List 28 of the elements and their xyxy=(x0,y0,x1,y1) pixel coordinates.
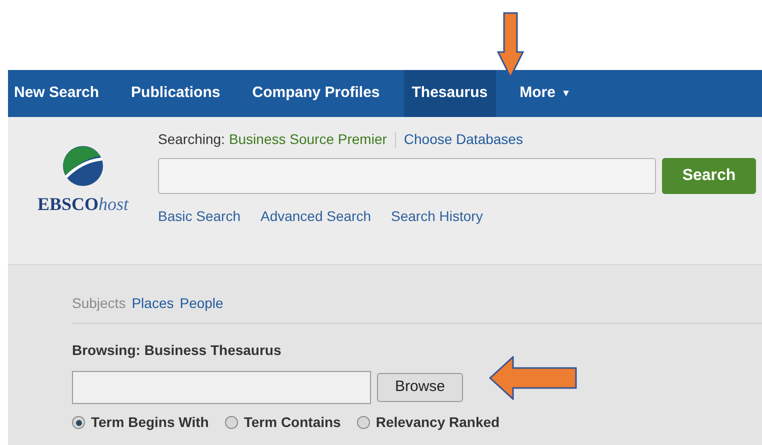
searching-label: Searching: xyxy=(158,130,225,149)
nav-tab[interactable]: Thesaurus xyxy=(404,70,496,117)
radio-button[interactable] xyxy=(224,416,238,429)
radio-label: Term Contains xyxy=(244,413,341,432)
down-arrow-icon xyxy=(497,12,524,78)
search-button[interactable]: Search xyxy=(662,158,756,194)
radio-label: Term Begins With xyxy=(91,413,209,432)
browsing-label: Browsing: Business Thesaurus xyxy=(72,341,282,360)
database-name: Business Source Premier xyxy=(228,130,387,149)
nav-tab[interactable]: More ▾ xyxy=(512,70,576,117)
nav-tab[interactable]: Company Profiles xyxy=(244,70,388,117)
left-arrow-icon xyxy=(489,356,577,400)
radio-label: Relevancy Ranked xyxy=(376,413,500,432)
search-mode-link[interactable]: Advanced Search xyxy=(260,206,372,227)
browse-button[interactable]: Browse xyxy=(377,373,463,402)
choose-databases-link[interactable]: Choose Databases xyxy=(404,129,523,150)
nav-tab[interactable]: Publications xyxy=(123,70,228,117)
search-field[interactable] xyxy=(158,158,656,194)
category-tab[interactable]: Places xyxy=(132,293,174,314)
browse-field[interactable] xyxy=(72,371,371,404)
logo-text: EBSCOhost xyxy=(37,193,129,216)
nav-tab[interactable]: New Search xyxy=(8,70,108,117)
radio-button[interactable] xyxy=(356,416,370,429)
logo-icon xyxy=(62,145,104,187)
search-mode-link[interactable]: Search History xyxy=(391,206,483,227)
radio-button[interactable] xyxy=(72,416,85,429)
category-tab[interactable]: People xyxy=(180,293,224,314)
search-mode-link[interactable]: Basic Search xyxy=(158,206,240,227)
